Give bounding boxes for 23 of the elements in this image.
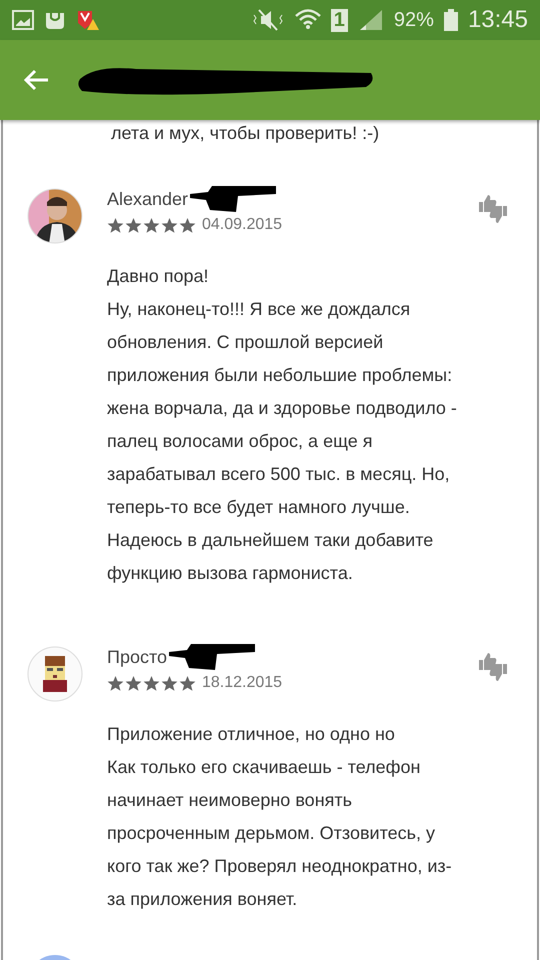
shield-warning-icon xyxy=(76,9,100,31)
reviewer-name: Просто xyxy=(107,646,168,668)
review-date: 18.12.2015 xyxy=(202,674,282,692)
review-date: 04.09.2015 xyxy=(202,216,282,234)
bag-icon xyxy=(44,10,66,30)
avatar xyxy=(27,646,83,702)
review-title: Давно пора! xyxy=(107,265,210,288)
review-title: Приложение отличное, но одно но xyxy=(107,723,396,746)
clock: 13:45 xyxy=(468,6,528,34)
battery-level: 92% xyxy=(394,8,434,32)
wifi-icon xyxy=(294,8,321,32)
back-arrow-icon[interactable] xyxy=(22,68,50,92)
review-text: Как только его скачиваешь - телефон начинает неимоверно вонять просроченным дерьмом. Отзовитесь, у кого так же? Проверял неоднократно, из-за приложения воняет. xyxy=(107,756,453,911)
reviewer-name: Alexander xyxy=(107,188,188,210)
sim-indicator: 1 xyxy=(330,8,348,32)
thumbs-up-down-icon[interactable] xyxy=(477,652,509,682)
gallery-icon xyxy=(12,10,34,30)
battery-icon xyxy=(444,9,458,31)
signal-icon xyxy=(358,9,384,31)
review-text: лета и мух, чтобы проверить! :-) xyxy=(111,122,380,144)
review-text: Ну, наконец-то!!! Я все же дождался обновления. С прошлой версией приложения были небольшие проблемы: жена ворчала, да и здоровье подводило - палец волосами оброс, а еще я зарабатывал всего 500 тыс. в месяц. Но, теперь-то все будет намного лучше. Надеюсь в дальнейшем таки добавите функцию вызова гармониста. xyxy=(107,298,458,585)
mute-icon xyxy=(250,9,285,31)
thumbs-up-down-icon[interactable] xyxy=(477,194,509,224)
